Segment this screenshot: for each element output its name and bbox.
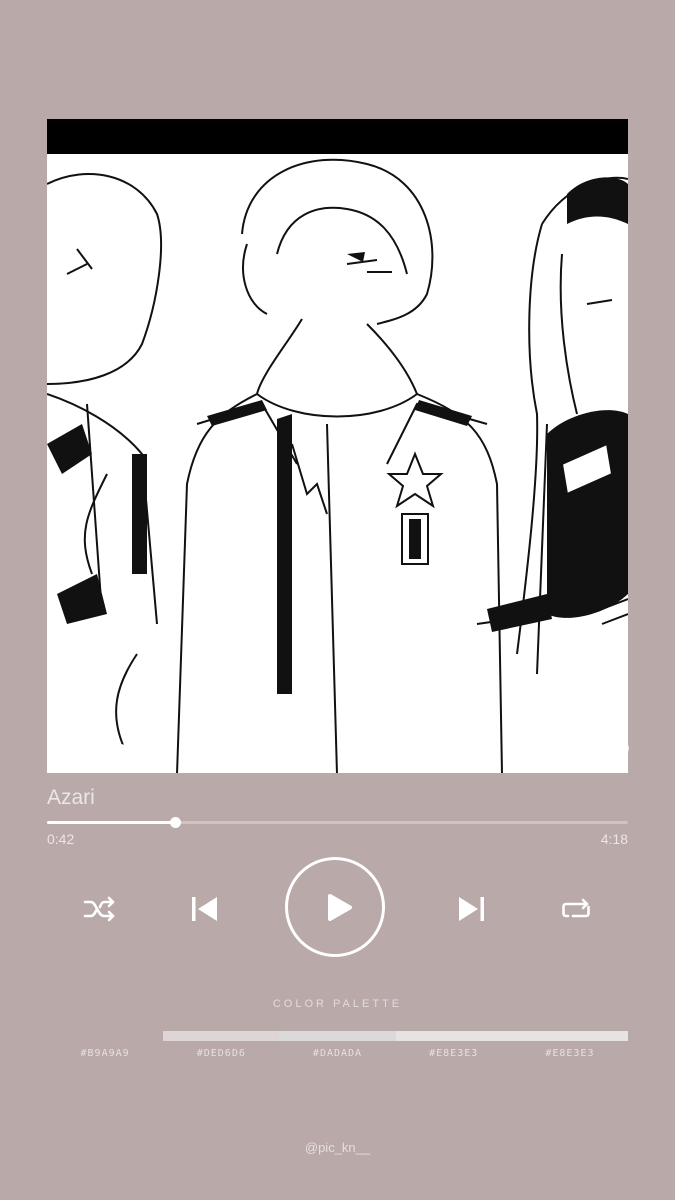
color-swatch	[163, 1031, 280, 1041]
current-time: 0:42	[47, 831, 75, 847]
color-hex-code: #DED6D6	[196, 1048, 246, 1059]
progress-fill	[47, 821, 175, 824]
progress-bar[interactable]	[47, 817, 628, 828]
track-artist[interactable]: Azari	[47, 786, 95, 810]
shuffle-icon	[83, 896, 115, 922]
color-swatch	[395, 1031, 512, 1041]
heart-outline-icon	[603, 740, 629, 764]
repeat-icon	[562, 898, 590, 918]
previous-button[interactable]	[190, 895, 220, 923]
next-button[interactable]	[456, 895, 486, 923]
color-swatches	[47, 1031, 629, 1041]
skip-previous-icon	[192, 897, 217, 921]
repeat-button[interactable]	[560, 894, 592, 924]
color-swatch	[47, 1031, 164, 1041]
like-button[interactable]	[601, 737, 631, 767]
creator-handle: @pic_kn__	[304, 1140, 371, 1155]
color-hex-codes: #B9A9A9 #DED6D6 #DADADA #E8E3E3 #E8E3E3	[47, 1048, 628, 1059]
color-hex-code: #DADADA	[312, 1048, 363, 1059]
color-swatch	[511, 1031, 629, 1041]
color-hex-code: #E8E3E3	[429, 1048, 479, 1059]
play-button[interactable]	[285, 857, 385, 957]
skip-next-icon	[459, 897, 484, 921]
play-icon	[328, 894, 352, 921]
album-cover: Who?	[47, 119, 628, 773]
shuffle-button[interactable]	[82, 893, 118, 925]
color-hex-code: #B9A9A9	[80, 1048, 130, 1059]
color-hex-code: #E8E3E3	[545, 1048, 595, 1059]
progress-scrubber-knob[interactable]	[169, 817, 181, 828]
color-palette-label: COLOR PALETTE	[272, 998, 403, 1010]
total-time: 4:18	[600, 831, 628, 847]
album-cover-caption: Who?	[297, 659, 378, 692]
track-title: Who?	[47, 731, 156, 774]
color-swatch	[279, 1031, 396, 1041]
